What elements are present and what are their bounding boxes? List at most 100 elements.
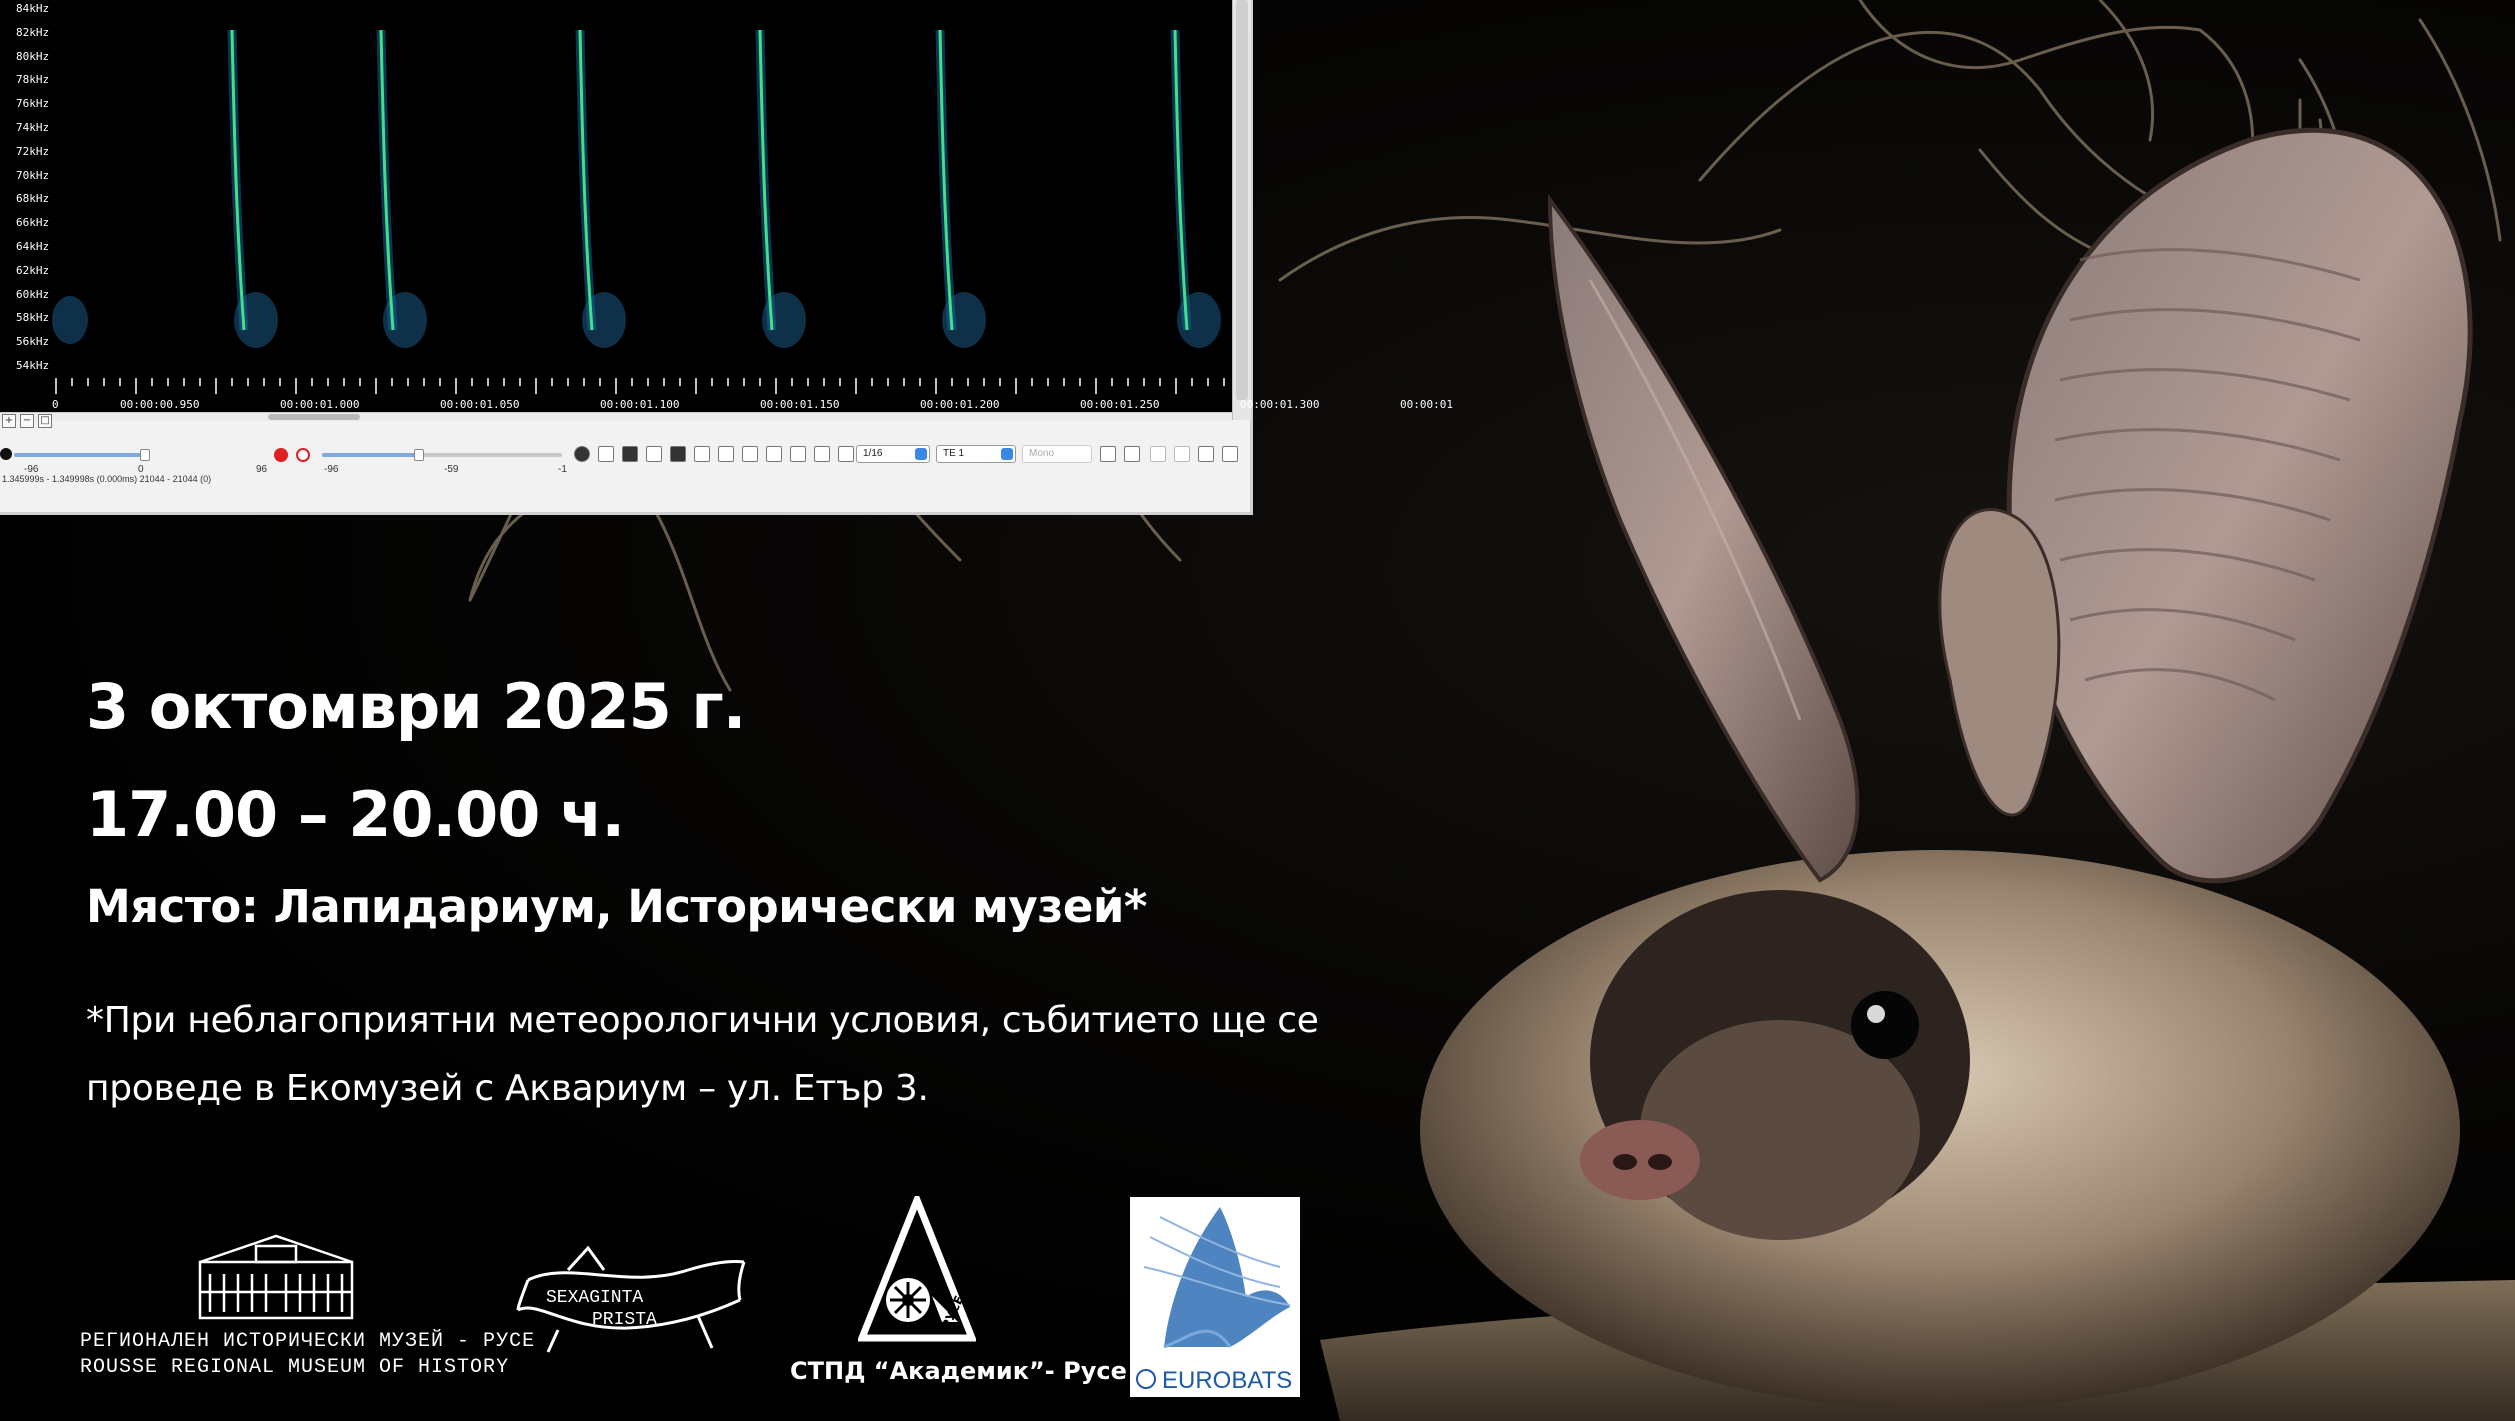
frequency-label: 68kHz (16, 192, 50, 206)
frequency-label: 58kHz (16, 311, 50, 325)
event-time: 17.00 – 20.00 ч. (86, 778, 625, 851)
skip-end-icon[interactable] (1222, 446, 1238, 462)
time-label: 00:00:01 (1400, 398, 1453, 411)
frequency-label: 54kHz (16, 359, 50, 372)
rate-select[interactable]: 1/16 (856, 445, 930, 463)
gain-slider-knob[interactable] (140, 449, 150, 461)
frequency-label: 76kHz (16, 97, 50, 111)
event-poster: 84kHz 82kHz 80kHz 78kHz 76kHz 74kHz 72kHz 70kHz… (0, 0, 2515, 1421)
export-icon[interactable] (814, 446, 830, 462)
vertical-scrollbar[interactable] (1232, 0, 1251, 420)
museum-building-logo (198, 1234, 354, 1320)
gain-max-label: 96 (256, 464, 268, 475)
split-icon[interactable] (790, 446, 806, 462)
bat-call-trace (755, 29, 806, 348)
forward-icon[interactable] (1174, 446, 1190, 462)
museum-name-bg: РЕГИОНАЛЕН ИСТОРИЧЕСКИ МУЗЕЙ - РУСЕ (80, 1330, 536, 1353)
bat-call-trace (227, 29, 278, 348)
threshold-slider-knob[interactable] (414, 449, 424, 461)
filter-icon[interactable] (646, 446, 662, 462)
time-label: 00:00:00.950 (120, 398, 200, 411)
threshold-min-label: -96 (324, 464, 339, 475)
sexaginta-text: SEXAGINTA (546, 1288, 643, 1308)
loop-icon[interactable] (622, 446, 638, 462)
time-label: 00:00:01.200 (920, 398, 1000, 411)
threshold-mid-label: -59 (444, 464, 459, 475)
stpd-caption: СТПД “Академик”- Русе (790, 1357, 1127, 1385)
chevron-down-icon (915, 448, 927, 460)
weather-note-line-1: *При неблагоприятни метеорологични услов… (86, 1000, 1319, 1041)
time-label: 00:00:01.050 (440, 398, 520, 411)
zoom-out-button[interactable]: − (20, 414, 34, 428)
frequency-label: 66kHz (16, 216, 50, 230)
stpd-akademik-logo: РУСЕ (858, 1196, 976, 1342)
stop-icon[interactable] (574, 446, 590, 462)
weather-note-line-2: проведе в Екомузей с Аквариум – ул. Етър… (86, 1068, 929, 1109)
time-axis-origin: 0 (52, 398, 59, 411)
skip-start-icon[interactable] (1100, 446, 1116, 462)
gain-slider[interactable] (14, 453, 150, 457)
record-arm-button[interactable] (296, 448, 310, 462)
bat-call-trace (935, 29, 986, 348)
time-label: 00:00:01.150 (760, 398, 840, 411)
bat-call-traces (52, 29, 1221, 348)
chevron-down-icon (1001, 448, 1013, 460)
zoom-in-button[interactable]: + (2, 414, 16, 428)
frequency-label: 74kHz (16, 121, 50, 134)
frequency-label: 84kHz (16, 2, 50, 15)
threshold-slider[interactable] (322, 453, 422, 457)
marker-icon[interactable] (766, 446, 782, 462)
rewind-icon[interactable] (1150, 446, 1166, 462)
playback-toolbar: -96 0 96 -96 -59 -1 1/16 TE 1 Mono (0, 436, 1250, 476)
time-label: 00:00:01.100 (600, 398, 680, 411)
gain-slider-start-knob[interactable] (0, 448, 12, 460)
te-select-value: TE 1 (943, 448, 965, 459)
frequency-label: 78kHz (16, 73, 50, 87)
time-label: 00:00:01.250 (1080, 398, 1160, 411)
frequency-label: 72kHz (16, 144, 50, 158)
museum-name-en: ROUSSE REGIONAL MUSEUM OF HISTORY (80, 1356, 510, 1379)
bat-call-trace (52, 296, 88, 344)
frequency-label: 62kHz (16, 263, 50, 277)
event-place: Място: Лапидариум, Исторически музей* (86, 880, 1147, 933)
step-forward-icon[interactable] (1198, 446, 1214, 462)
frequency-label: 82kHz (16, 25, 50, 39)
vertical-scroll-thumb[interactable] (1236, 0, 1248, 400)
spectrum-icon[interactable] (694, 446, 710, 462)
grid-icon[interactable] (742, 446, 758, 462)
eurobats-wing-icon (1143, 1207, 1291, 1349)
te-select[interactable]: TE 1 (936, 445, 1016, 463)
prista-text: PRISTA (592, 1310, 657, 1330)
channel-select-value: Mono (1029, 448, 1055, 459)
frequency-label: 70kHz (16, 168, 50, 182)
eurobats-logo: EUROBATS (1130, 1197, 1300, 1397)
fit-view-button[interactable]: □ (38, 414, 52, 428)
bat-call-trace (575, 29, 626, 348)
status-bar: 1.345999s - 1.349998s (0.000ms) 21044 - … (2, 474, 212, 484)
settings-icon[interactable] (838, 446, 854, 462)
envelope-icon[interactable] (670, 446, 686, 462)
play-icon[interactable] (598, 446, 614, 462)
bat-call-trace (1170, 29, 1221, 348)
un-emblem-icon (1136, 1369, 1156, 1389)
waveform-icon[interactable] (718, 446, 734, 462)
step-back-icon[interactable] (1124, 446, 1140, 462)
threshold-slider-rest (422, 453, 562, 457)
frequency-label: 56kHz (16, 335, 50, 349)
brown-long-eared-bat-photo (1320, 127, 2515, 1421)
time-label: 00:00:01.000 (280, 398, 360, 411)
spectrogram-plot[interactable]: 84kHz 82kHz 80kHz 78kHz 76kHz 74kHz 72kHz 70kHz… (0, 0, 1232, 374)
time-label: 00:00:01.300 (1240, 398, 1320, 411)
threshold-max-label: -1 (558, 464, 567, 475)
horizontal-scrollbar[interactable] (0, 412, 1232, 421)
frequency-label: 64kHz (16, 240, 50, 253)
horizontal-scroll-thumb[interactable] (268, 414, 360, 420)
sexaginta-prista-logo: SEXAGINTA PRISTA (516, 1245, 746, 1353)
bat-call-trace (376, 29, 427, 348)
time-axis: 0 00:00:00.950 00:00:01.000 00:00:01.050 00… (0, 374, 1453, 412)
record-button[interactable] (274, 448, 288, 462)
event-date: 3 октомври 2025 г. (86, 670, 746, 743)
frequency-label: 80kHz (16, 49, 50, 63)
frequency-label: 60kHz (16, 287, 50, 301)
channel-select[interactable]: Mono (1022, 445, 1092, 463)
